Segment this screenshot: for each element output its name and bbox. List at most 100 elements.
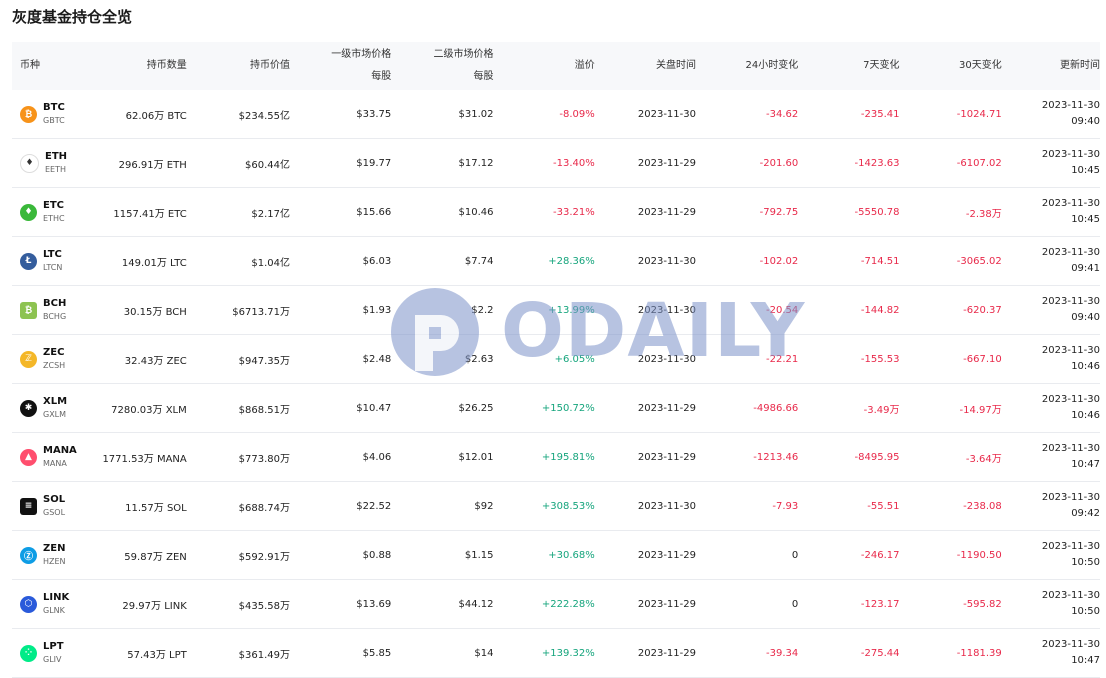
change-30d-cell: -1181.39: [956, 647, 1002, 659]
updated-time: 10:46: [1071, 361, 1101, 372]
change-30d-cell: -3065.02: [956, 255, 1002, 267]
header-holdings[interactable]: 持币数量: [86, 42, 187, 90]
table-row[interactable]: ₿ BTC GBTC 62.06万 BTC $234.55亿 $33.75 $3…: [12, 90, 1100, 139]
ethereum-classic-icon: ♦: [20, 203, 37, 221]
coin-cell: ₿ BCH BCHG: [12, 286, 86, 334]
ethereum-icon: ♦: [20, 153, 39, 173]
header-close-time[interactable]: 关盘时间: [595, 42, 696, 90]
table-row[interactable]: ✱ XLM GXLM 7280.03万 XLM $868.51万 $10.47 …: [12, 384, 1100, 433]
fund-ticker: GXLM: [43, 410, 67, 419]
premium-cell: -33.21%: [553, 206, 595, 218]
updated-cell: 2023-11-30 09:40: [1002, 286, 1100, 334]
value-cell: $2.17亿: [251, 208, 290, 220]
secondary-price-cell: $2.63: [464, 353, 494, 365]
change-7d-cell: -144.82: [860, 304, 900, 316]
holdings-cell: 1771.53万 MANA: [102, 453, 187, 465]
primary-price-cell: $0.88: [362, 549, 392, 561]
decentraland-icon: ▲: [20, 448, 37, 466]
change-7d-cell: -55.51: [867, 500, 900, 512]
table-row[interactable]: Ł LTC LTCN 149.01万 LTC $1.04亿 $6.03 $7.7…: [12, 237, 1100, 286]
coin-cell: ♦ ETH EETH: [12, 139, 86, 187]
updated-date: 2023-11-30: [1041, 639, 1101, 650]
coin-symbol: BCH: [43, 298, 67, 309]
header-coin[interactable]: 币种: [12, 42, 86, 90]
holdings-cell: 29.97万 LINK: [122, 600, 187, 612]
change-7d-cell: -714.51: [860, 255, 900, 267]
primary-price-cell: $10.47: [356, 402, 392, 414]
primary-price-cell: $33.75: [356, 108, 392, 120]
header-primary-line1: 一级市场价格: [331, 49, 392, 60]
table-row[interactable]: ≡ SOL GSOL 11.57万 SOL $688.74万 $22.52 $9…: [12, 482, 1100, 531]
holdings-cell: 11.57万 SOL: [125, 502, 187, 514]
secondary-price-cell: $7.74: [464, 255, 494, 267]
solana-icon: ≡: [20, 497, 37, 515]
value-cell: $688.74万: [238, 502, 290, 514]
primary-price-cell: $19.77: [356, 157, 392, 169]
updated-time: 10:46: [1071, 410, 1101, 421]
coin-name: BCH BCHG: [43, 297, 66, 323]
table-row[interactable]: ▲ MANA MANA 1771.53万 MANA $773.80万 $4.06…: [12, 433, 1100, 482]
holdings-cell: 30.15万 BCH: [123, 306, 187, 318]
header-primary-price[interactable]: 一级市场价格 每股: [290, 42, 391, 90]
change-7d-cell: -246.17: [860, 549, 900, 561]
litecoin-icon: Ł: [20, 252, 37, 270]
change-7d-cell: -275.44: [860, 647, 900, 659]
header-value[interactable]: 持币价值: [187, 42, 290, 90]
updated-cell: 2023-11-30 10:50: [1002, 531, 1100, 579]
header-change-30d[interactable]: 30天变化: [900, 42, 1002, 90]
updated-time: 10:50: [1071, 606, 1101, 617]
secondary-price-cell: $10.46: [458, 206, 494, 218]
premium-cell: +6.05%: [554, 353, 595, 365]
coin-cell: ₿ BTC GBTC: [12, 90, 86, 138]
coin-symbol: ETC: [43, 200, 64, 211]
header-change-24h[interactable]: 24小时变化: [696, 42, 799, 90]
table-row[interactable]: ♦ ETC ETHC 1157.41万 ETC $2.17亿 $15.66 $1…: [12, 188, 1100, 237]
table-row[interactable]: ₿ BCH BCHG 30.15万 BCH $6713.71万 $1.93 $2…: [12, 286, 1100, 335]
table-row[interactable]: Ⓩ ZEN HZEN 59.87万 ZEN $592.91万 $0.88 $1.…: [12, 531, 1100, 580]
updated-time: 10:45: [1071, 214, 1101, 225]
table-row[interactable]: ℤ ZEC ZCSH 32.43万 ZEC $947.35万 $2.48 $2.…: [12, 335, 1100, 384]
close-time-cell: 2023-11-30: [637, 304, 696, 316]
value-cell: $773.80万: [238, 453, 290, 465]
holdings-cell: 32.43万 ZEC: [124, 355, 187, 367]
premium-cell: -13.40%: [553, 157, 595, 169]
coin-cell: ⁘ LPT GLIV: [12, 629, 86, 677]
coin-name: ETH EETH: [45, 150, 67, 176]
premium-cell: +28.36%: [548, 255, 595, 267]
header-change-7d[interactable]: 7天变化: [798, 42, 899, 90]
change-7d-cell: -123.17: [860, 598, 900, 610]
horizen-icon: Ⓩ: [20, 546, 37, 564]
updated-time: 09:42: [1071, 508, 1101, 519]
bitcoin-icon: ₿: [20, 105, 37, 123]
close-time-cell: 2023-11-29: [637, 157, 696, 169]
change-24h-cell: -7.93: [772, 500, 799, 512]
updated-date: 2023-11-30: [1041, 541, 1101, 552]
primary-price-cell: $5.85: [362, 647, 392, 659]
coin-symbol: LPT: [43, 641, 64, 652]
coin-symbol: ZEN: [43, 543, 66, 554]
change-24h-cell: -4986.66: [753, 402, 799, 414]
updated-cell: 2023-11-30 10:46: [1002, 384, 1100, 432]
coin-symbol: LTC: [43, 249, 62, 260]
header-updated[interactable]: 更新时间: [1002, 42, 1100, 90]
table-row[interactable]: ⁘ LPT GLIV 57.43万 LPT $361.49万 $5.85 $14…: [12, 629, 1100, 678]
coin-cell: ℤ ZEC ZCSH: [12, 335, 86, 383]
table-row[interactable]: ♦ ETH EETH 296.91万 ETH $60.44亿 $19.77 $1…: [12, 139, 1100, 188]
updated-cell: 2023-11-30 10:45: [1002, 188, 1100, 236]
fund-ticker: GSOL: [43, 508, 66, 517]
coin-name: ZEN HZEN: [43, 542, 66, 568]
holdings-cell: 149.01万 LTC: [121, 257, 187, 269]
header-secondary-price[interactable]: 二级市场价格 每股: [391, 42, 494, 90]
updated-cell: 2023-11-30 09:40: [1002, 90, 1100, 138]
stellar-icon: ✱: [20, 399, 37, 417]
table-row[interactable]: ⬡ LINK GLNK 29.97万 LINK $435.58万 $13.69 …: [12, 580, 1100, 629]
updated-time: 09:40: [1071, 312, 1101, 323]
header-premium[interactable]: 溢价: [494, 42, 595, 90]
coin-cell: ♦ ETC ETHC: [12, 188, 86, 236]
coin-cell: Ⓩ ZEN HZEN: [12, 531, 86, 579]
coin-name: BTC GBTC: [43, 101, 65, 127]
holdings-cell: 57.43万 LPT: [127, 649, 187, 661]
change-30d-cell: -3.64万: [965, 453, 1002, 465]
value-cell: $947.35万: [238, 355, 290, 367]
updated-date: 2023-11-30: [1041, 443, 1101, 454]
